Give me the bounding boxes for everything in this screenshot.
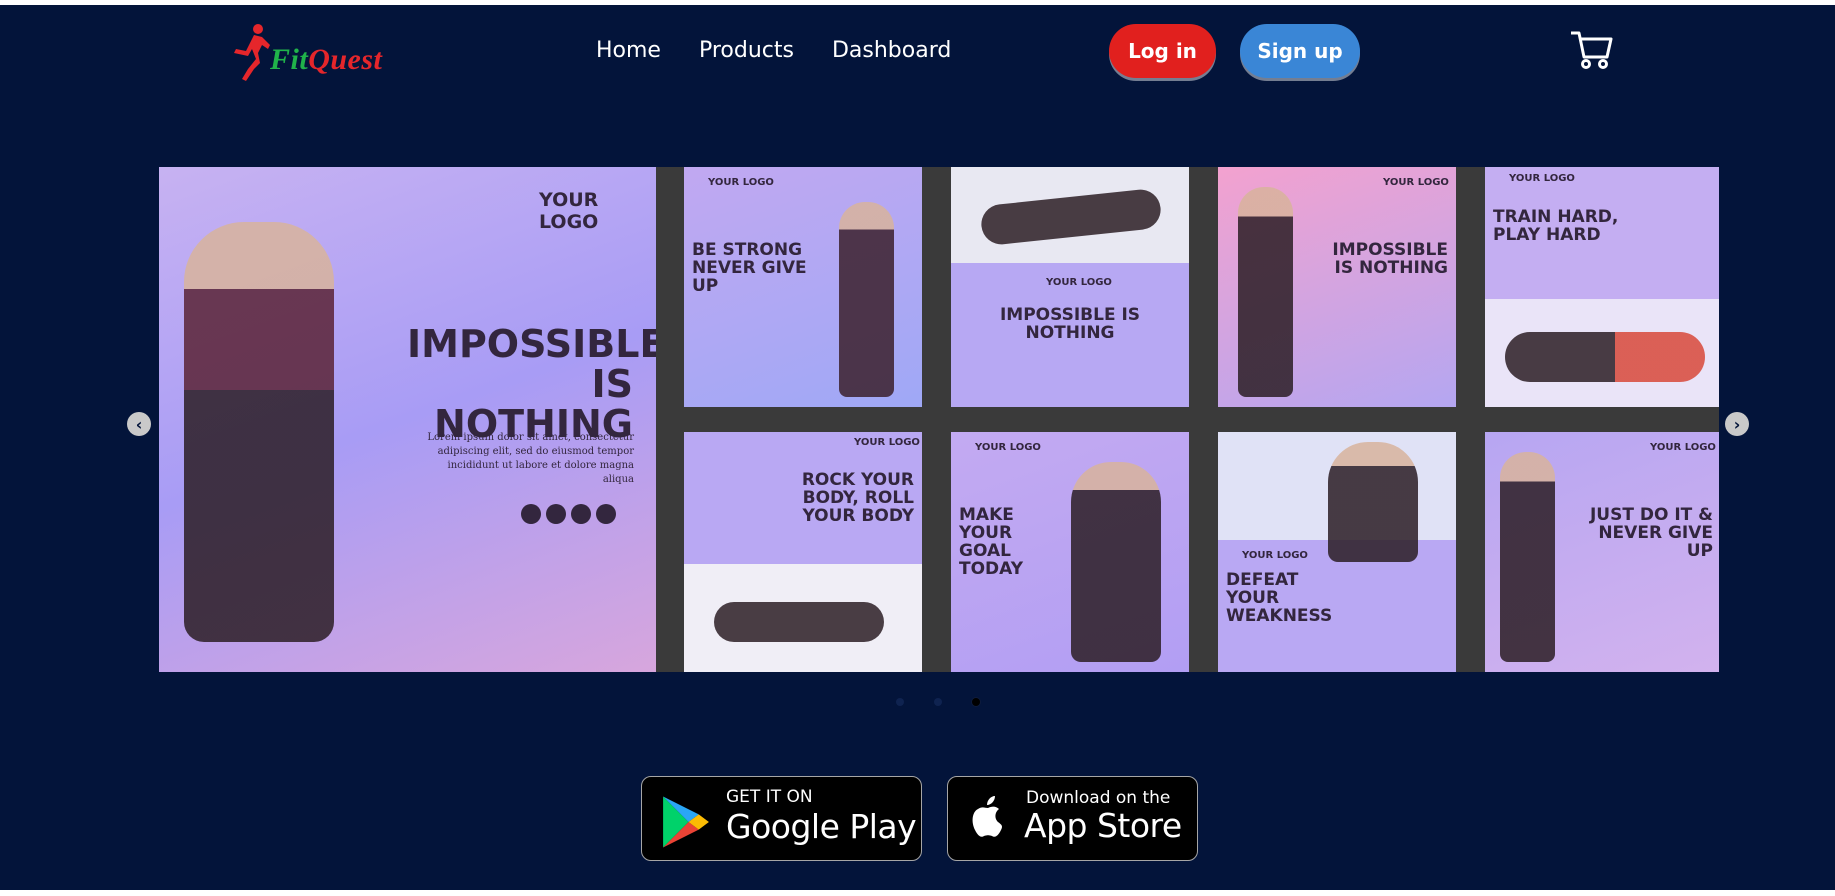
brand-name: FitQuest xyxy=(270,43,382,77)
google-play-icon xyxy=(663,796,709,848)
tile-body-text: Lorem ipsum dolor sit amet, consectetur … xyxy=(427,432,634,485)
your-logo-label: YOUR LOGO xyxy=(539,189,599,233)
nav-dashboard[interactable]: Dashboard xyxy=(832,38,951,63)
athlete-figure xyxy=(979,187,1163,247)
athlete-figure xyxy=(839,202,894,397)
carousel-tile[interactable]: YOUR LOGO IMPOSSIBLE IS NOTHING xyxy=(951,167,1189,407)
athlete-figure xyxy=(1328,442,1418,562)
carousel-tile[interactable]: YOUR LOGO BE STRONG NEVER GIVE UP xyxy=(684,167,922,407)
athlete-figure xyxy=(714,602,884,642)
whatsapp-icon[interactable] xyxy=(596,504,616,524)
your-logo-label: YOUR LOGO xyxy=(1046,277,1112,288)
brand-logo[interactable]: FitQuest xyxy=(228,23,418,85)
signup-button[interactable]: Sign up xyxy=(1240,24,1360,78)
your-logo-label: YOUR LOGO xyxy=(854,437,920,448)
chevron-left-icon[interactable]: ‹ xyxy=(127,412,151,436)
google-play-big-text: Google Play xyxy=(726,807,917,846)
google-play-small-text: GET IT ON xyxy=(726,787,813,807)
apple-icon xyxy=(972,796,1002,837)
tile-headline: TRAIN HARD, PLAY HARD xyxy=(1493,207,1619,245)
tile-headline: IMPOSSIBLE IS NOTHING xyxy=(999,305,1141,343)
carousel-tile-featured[interactable]: YOUR LOGO IMPOSSIBLE IS NOTHING Lorem ip… xyxy=(159,167,656,672)
tile-headline: IMPOSSIBLE IS NOTHING xyxy=(1332,240,1448,278)
twitter-icon[interactable] xyxy=(571,504,591,524)
tile-headline: BE STRONG NEVER GIVE UP xyxy=(692,240,807,296)
tile-headline: JUST DO IT & NEVER GIVE UP xyxy=(1589,505,1713,561)
athlete-figure xyxy=(184,222,334,642)
carousel-tile[interactable]: YOUR LOGO IMPOSSIBLE IS NOTHING xyxy=(1218,167,1456,407)
tile-headline: ROCK YOUR BODY, ROLL YOUR BODY xyxy=(801,470,914,526)
carousel-tile[interactable]: YOUR LOGO TRAIN HARD, PLAY HARD xyxy=(1485,167,1719,407)
pagination-dot-active[interactable] xyxy=(972,698,980,706)
runner-icon xyxy=(234,24,270,81)
brand-name-part2: Quest xyxy=(308,43,383,76)
pagination-dot[interactable] xyxy=(896,698,904,706)
pagination-dot[interactable] xyxy=(934,698,942,706)
athlete-figure xyxy=(1238,187,1293,397)
athlete-figure xyxy=(1505,332,1705,382)
carousel-tile[interactable]: YOUR LOGO DEFEAT YOUR WEAKNESS xyxy=(1218,432,1456,672)
tile-headline: MAKE YOUR GOAL TODAY xyxy=(959,505,1023,579)
your-logo-label: YOUR LOGO xyxy=(1650,442,1716,453)
your-logo-label: YOUR LOGO xyxy=(975,442,1041,453)
nav-products[interactable]: Products xyxy=(699,38,794,63)
brand-name-part1: Fit xyxy=(270,43,309,76)
your-logo-label: YOUR LOGO xyxy=(1509,173,1575,184)
carousel-pagination xyxy=(896,698,980,706)
login-button[interactable]: Log in xyxy=(1109,24,1216,78)
carousel-tile[interactable]: YOUR LOGO ROCK YOUR BODY, ROLL YOUR BODY xyxy=(684,432,922,672)
athlete-figure xyxy=(1071,462,1161,662)
nav-home[interactable]: Home xyxy=(596,38,661,63)
app-store-small-text: Download on the xyxy=(1026,788,1171,808)
your-logo-label: YOUR LOGO xyxy=(1383,177,1449,188)
tile-headline: IMPOSSIBLE IS NOTHING xyxy=(407,322,656,446)
athlete-figure xyxy=(1500,452,1555,662)
social-icons xyxy=(521,504,616,524)
app-store-big-text: App Store xyxy=(1024,806,1182,845)
tile-headline: DEFEAT YOUR WEAKNESS xyxy=(1226,570,1333,626)
carousel-tile[interactable]: YOUR LOGO MAKE YOUR GOAL TODAY xyxy=(951,432,1189,672)
chevron-right-icon[interactable]: › xyxy=(1725,412,1749,436)
promo-carousel: YOUR LOGO IMPOSSIBLE IS NOTHING Lorem ip… xyxy=(159,167,1719,672)
main-nav: Home Products Dashboard xyxy=(596,38,951,63)
facebook-icon[interactable] xyxy=(546,504,566,524)
cart-icon[interactable] xyxy=(1569,27,1613,71)
your-logo-label: YOUR LOGO xyxy=(1242,550,1308,561)
app-background: FitQuest Home Products Dashboard Log in … xyxy=(0,5,1835,890)
app-store-badge[interactable]: Download on the App Store xyxy=(947,776,1198,861)
your-logo-label: YOUR LOGO xyxy=(708,177,774,188)
google-play-badge[interactable]: GET IT ON Google Play xyxy=(641,776,922,861)
carousel-tile[interactable]: YOUR LOGO JUST DO IT & NEVER GIVE UP xyxy=(1485,432,1719,672)
instagram-icon[interactable] xyxy=(521,504,541,524)
